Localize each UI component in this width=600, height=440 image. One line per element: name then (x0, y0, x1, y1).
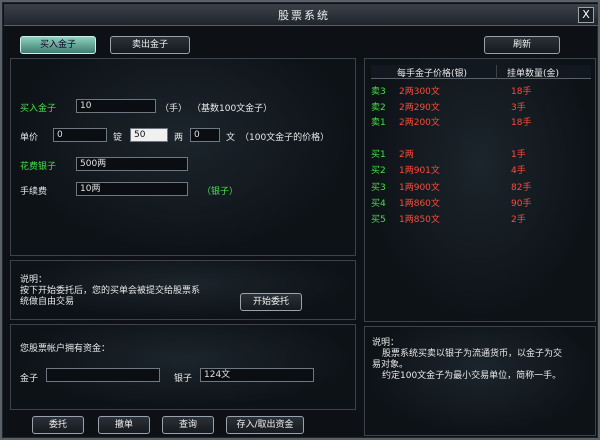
buy-gold-quantity-input[interactable]: 10 (76, 99, 156, 113)
order-book-header: 每手金子价格(银) 挂单数量(金) (371, 65, 591, 79)
price-liang-input[interactable]: 50 (130, 128, 168, 142)
cost-silver-field: 500两 (76, 157, 188, 171)
account-silver-label: 银子 (174, 374, 193, 384)
buy-row[interactable]: 买4 1两860文 90手 (371, 195, 591, 209)
account-title: 您股票帐户拥有资金： (20, 344, 111, 354)
title-bar: 股票系统 X (4, 4, 598, 26)
account-panel (10, 324, 356, 410)
buy-gold-label: 买入金子 (20, 104, 57, 114)
start-order-button[interactable]: 开始委托 (240, 293, 302, 311)
orders-button[interactable]: 委托 (32, 416, 84, 434)
window-title: 股票系统 (278, 9, 330, 22)
buy-row-label: 买4 (371, 199, 386, 209)
sell-row-qty: 18手 (511, 87, 532, 97)
unit-price-label: 单价 (20, 133, 39, 143)
price-column-header: 每手金子价格(银) (397, 69, 468, 79)
close-button[interactable]: X (578, 7, 594, 23)
buy-row-price: 1两850文 (399, 215, 440, 225)
sell-gold-tab[interactable]: 卖出金子 (110, 36, 190, 54)
buy-row-qty: 1手 (511, 150, 526, 160)
buy-row-qty: 4手 (511, 166, 526, 176)
buy-row-label: 买5 (371, 215, 386, 225)
instructions-line-2: 统做自由交易 (20, 297, 75, 307)
buy-row[interactable]: 买3 1两900文 82手 (371, 179, 591, 193)
sell-row-price: 2两200文 (399, 118, 440, 128)
stock-system-window: 股票系统 X 买入金子 卖出金子 刷新 买入金子 10 （手） （基数100文金… (0, 0, 600, 440)
buy-row-label: 买3 (371, 183, 386, 193)
account-gold-field (46, 368, 160, 382)
instructions-title: 说明： (20, 275, 48, 285)
header-divider (496, 65, 497, 79)
deposit-withdraw-button[interactable]: 存入/取出资金 (226, 416, 304, 434)
wen-unit-label: 文 (226, 133, 236, 143)
sell-row-price: 2两300文 (399, 87, 440, 97)
query-button[interactable]: 查询 (162, 416, 214, 434)
fee-unit-label: （银子） (202, 187, 239, 197)
fee-label: 手续费 (20, 187, 48, 197)
buy-row-qty: 82手 (511, 183, 532, 193)
liang-unit-label: 两 (174, 133, 184, 143)
sell-row[interactable]: 卖3 2两300文 18手 (371, 83, 591, 97)
sell-row-qty: 18手 (511, 118, 532, 128)
buy-row-qty: 2手 (511, 215, 526, 225)
sell-row-price: 2两290文 (399, 103, 440, 113)
buy-row[interactable]: 买2 1两901文 4手 (371, 162, 591, 176)
buy-row-price: 2两 (399, 150, 414, 160)
buy-row-label: 买1 (371, 150, 386, 160)
help-title: 说明： (372, 338, 400, 348)
buy-row-price: 1两860文 (399, 199, 440, 209)
sell-row-qty: 3手 (511, 103, 526, 113)
sell-row[interactable]: 卖2 2两290文 3手 (371, 99, 591, 113)
buy-row[interactable]: 买5 1两850文 2手 (371, 211, 591, 225)
cancel-order-button[interactable]: 撤单 (98, 416, 150, 434)
instructions-line-1: 按下开始委托后，您的买单会被提交给股票系 (20, 286, 201, 296)
help-line-2: 易对象。 (372, 360, 409, 370)
help-line-1: 股票系统买卖以银子为流通货币，以金子为交 (382, 349, 563, 359)
buy-row-qty: 90手 (511, 199, 532, 209)
account-gold-label: 金子 (20, 374, 39, 384)
gold-base-note: （基数100文金子） (192, 104, 273, 114)
sell-row-label: 卖2 (371, 103, 386, 113)
account-silver-field: 124文 (200, 368, 314, 382)
sell-row-label: 卖1 (371, 118, 386, 128)
cost-silver-label: 花费银子 (20, 162, 57, 172)
buy-row-price: 1两900文 (399, 183, 440, 193)
gold-unit-label: （手） (160, 104, 188, 114)
price-wen-input[interactable]: 0 (190, 128, 220, 142)
sell-row[interactable]: 卖1 2两200文 18手 (371, 114, 591, 128)
help-line-3: 约定100文金子为最小交易单位，简称一手。 (382, 371, 562, 381)
price-note: （100文金子的价格） (240, 133, 330, 143)
buy-row-label: 买2 (371, 166, 386, 176)
ding-unit-label: 锭 (113, 133, 123, 143)
fee-field: 10两 (76, 182, 188, 196)
refresh-button[interactable]: 刷新 (484, 36, 560, 54)
buy-row-price: 1两901文 (399, 166, 440, 176)
quantity-column-header: 挂单数量(金) (507, 69, 560, 79)
buy-gold-tab[interactable]: 买入金子 (20, 36, 96, 54)
buy-row[interactable]: 买1 2两 1手 (371, 146, 591, 160)
sell-row-label: 卖3 (371, 87, 386, 97)
price-ding-input[interactable]: 0 (53, 128, 107, 142)
